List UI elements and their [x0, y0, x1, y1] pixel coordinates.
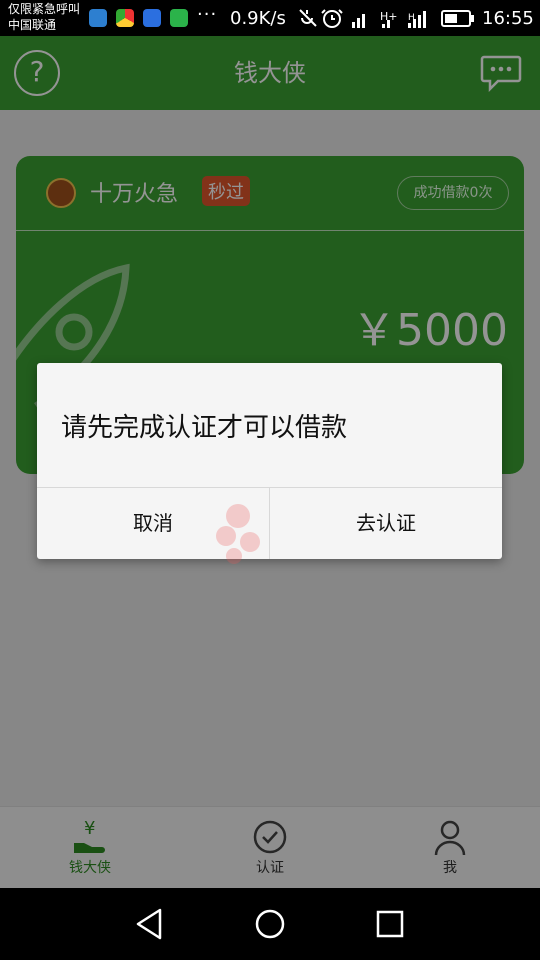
clock: 16:55	[482, 8, 534, 29]
wechat-app-icon	[170, 9, 188, 27]
shield-app-icon	[143, 9, 161, 27]
app-screen: 钱大侠 ? 十万火急 秒过 成功借款0次 ￥5000 ¥ 钱大侠 认证 我 请先…	[0, 36, 540, 888]
cancel-button[interactable]: 取消	[37, 488, 269, 559]
home-icon[interactable]	[250, 904, 290, 944]
status-bar: 仅限紧急呼叫 中国联通 ··· 0.9K/s H+ H 16:55	[0, 0, 540, 36]
network-speed: 0.9K/s	[230, 8, 286, 29]
recents-icon[interactable]	[370, 904, 410, 944]
browser-app-icon	[89, 9, 107, 27]
system-navigation-bar	[0, 888, 540, 960]
verify-button[interactable]: 去认证	[270, 488, 502, 559]
back-icon[interactable]	[130, 904, 170, 944]
status-indicators-icon: H+ H	[299, 9, 474, 28]
auth-required-dialog: 请先完成认证才可以借款 取消 去认证	[37, 363, 502, 559]
more-notifications-icon: ···	[197, 4, 218, 25]
carrier-label-secondary: 中国联通	[8, 18, 57, 32]
chrome-app-icon	[116, 9, 134, 27]
carrier-label-primary: 仅限紧急呼叫	[8, 2, 81, 16]
dialog-message: 请先完成认证才可以借款	[61, 413, 348, 443]
